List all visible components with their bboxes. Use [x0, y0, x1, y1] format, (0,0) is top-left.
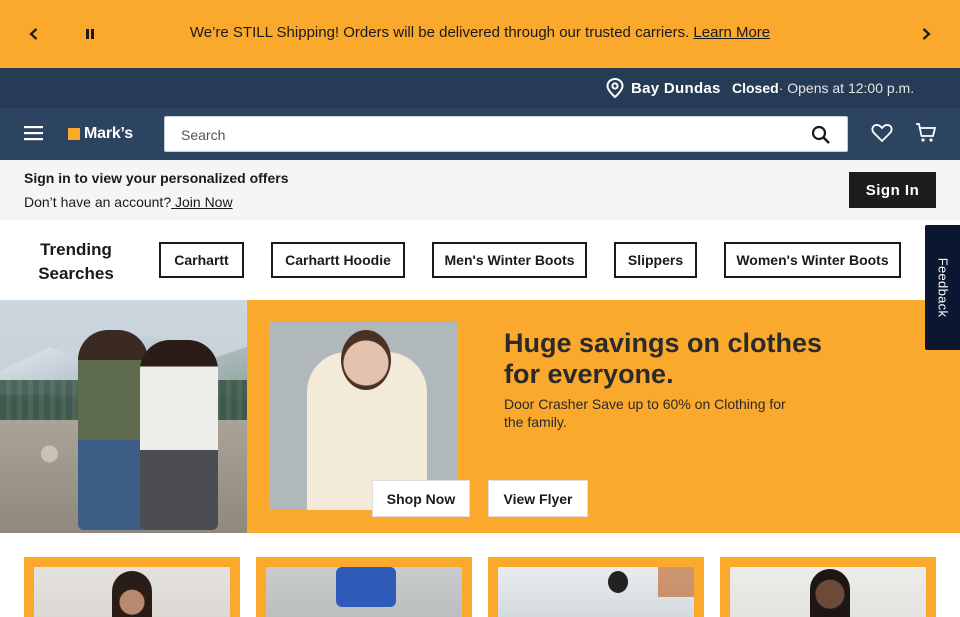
store-name[interactable]: Bay Dundas [631, 80, 721, 97]
card-person [810, 569, 850, 617]
promo-text: We’re STILL Shipping! Orders will be del… [189, 24, 690, 41]
promo-message: We’re STILL Shipping! Orders will be del… [0, 24, 960, 41]
category-card[interactable] [720, 557, 936, 617]
no-account-text: Don’t have an account? [24, 194, 172, 210]
hero-subline: Door Crasher Save up to 60% on Clothing … [504, 396, 786, 430]
trending-chip[interactable]: Men's Winter Boots [432, 242, 587, 278]
store-status: Closed [732, 80, 779, 96]
hero-headline: Huge savings on clothes for everyone. [504, 328, 823, 389]
shop-now-button[interactable]: Shop Now [372, 480, 470, 517]
cart-icon[interactable] [915, 122, 937, 149]
learn-more-link[interactable]: Learn More [693, 24, 770, 41]
logo-text: Mark’s [84, 125, 133, 142]
photo-man [78, 330, 148, 530]
trending-chip[interactable]: Slippers [614, 242, 697, 278]
promo-banner: We’re STILL Shipping! Orders will be del… [0, 0, 960, 68]
feedback-tab[interactable]: Feedback [925, 225, 960, 350]
card-person [112, 571, 152, 617]
feedback-label: Feedback [935, 257, 950, 318]
store-hours: Closed· Opens at 12:00 p.m. [732, 80, 914, 96]
store-opening-time: · Opens at 12:00 p.m. [778, 80, 915, 96]
search-icon[interactable] [811, 125, 831, 150]
location-pin-icon [606, 77, 624, 103]
hamburger-menu-icon[interactable] [24, 125, 44, 146]
logo-square-icon [68, 128, 80, 140]
card-image [730, 567, 926, 617]
wishlist-heart-icon[interactable] [871, 123, 893, 148]
main-header: Mark’s [0, 108, 960, 160]
photo-face [341, 330, 391, 390]
sign-in-banner: Sign in to view your personalized offers… [0, 160, 960, 220]
card-leaves [658, 567, 694, 597]
hero-couple-photo [0, 300, 247, 533]
category-card[interactable] [256, 557, 472, 617]
trending-chip[interactable]: Carhartt Hoodie [271, 242, 405, 278]
search-input[interactable] [181, 125, 781, 145]
photo-woman [140, 340, 218, 530]
card-image [498, 567, 694, 617]
trending-chip[interactable]: Carhartt [159, 242, 244, 278]
chevron-right-icon[interactable] [912, 20, 940, 48]
card-image [34, 567, 230, 617]
sign-in-button[interactable]: Sign In [849, 172, 936, 208]
trending-title: Trending Searches [38, 240, 114, 283]
card-image [266, 567, 462, 617]
hero-banner: Huge savings on clothes for everyone. Do… [0, 300, 960, 533]
card-person-head [608, 571, 628, 593]
trending-searches: Trending Searches Carhartt Carhartt Hood… [0, 220, 960, 300]
join-now-link[interactable]: Join Now [171, 194, 233, 210]
trending-chip[interactable]: Women's Winter Boots [724, 242, 901, 278]
view-flyer-button[interactable]: View Flyer [488, 480, 588, 517]
category-cards [0, 533, 960, 617]
store-bar[interactable]: Bay Dundas Closed· Opens at 12:00 p.m. [0, 68, 960, 108]
marks-logo[interactable]: Mark’s [68, 125, 133, 143]
category-card[interactable] [24, 557, 240, 617]
sign-in-headline: Sign in to view your personalized offers [24, 170, 289, 186]
search-bar [164, 116, 848, 152]
sign-in-prompt: Don’t have an account? Join Now [24, 194, 233, 210]
category-card[interactable] [488, 557, 704, 617]
card-boot [336, 567, 396, 607]
